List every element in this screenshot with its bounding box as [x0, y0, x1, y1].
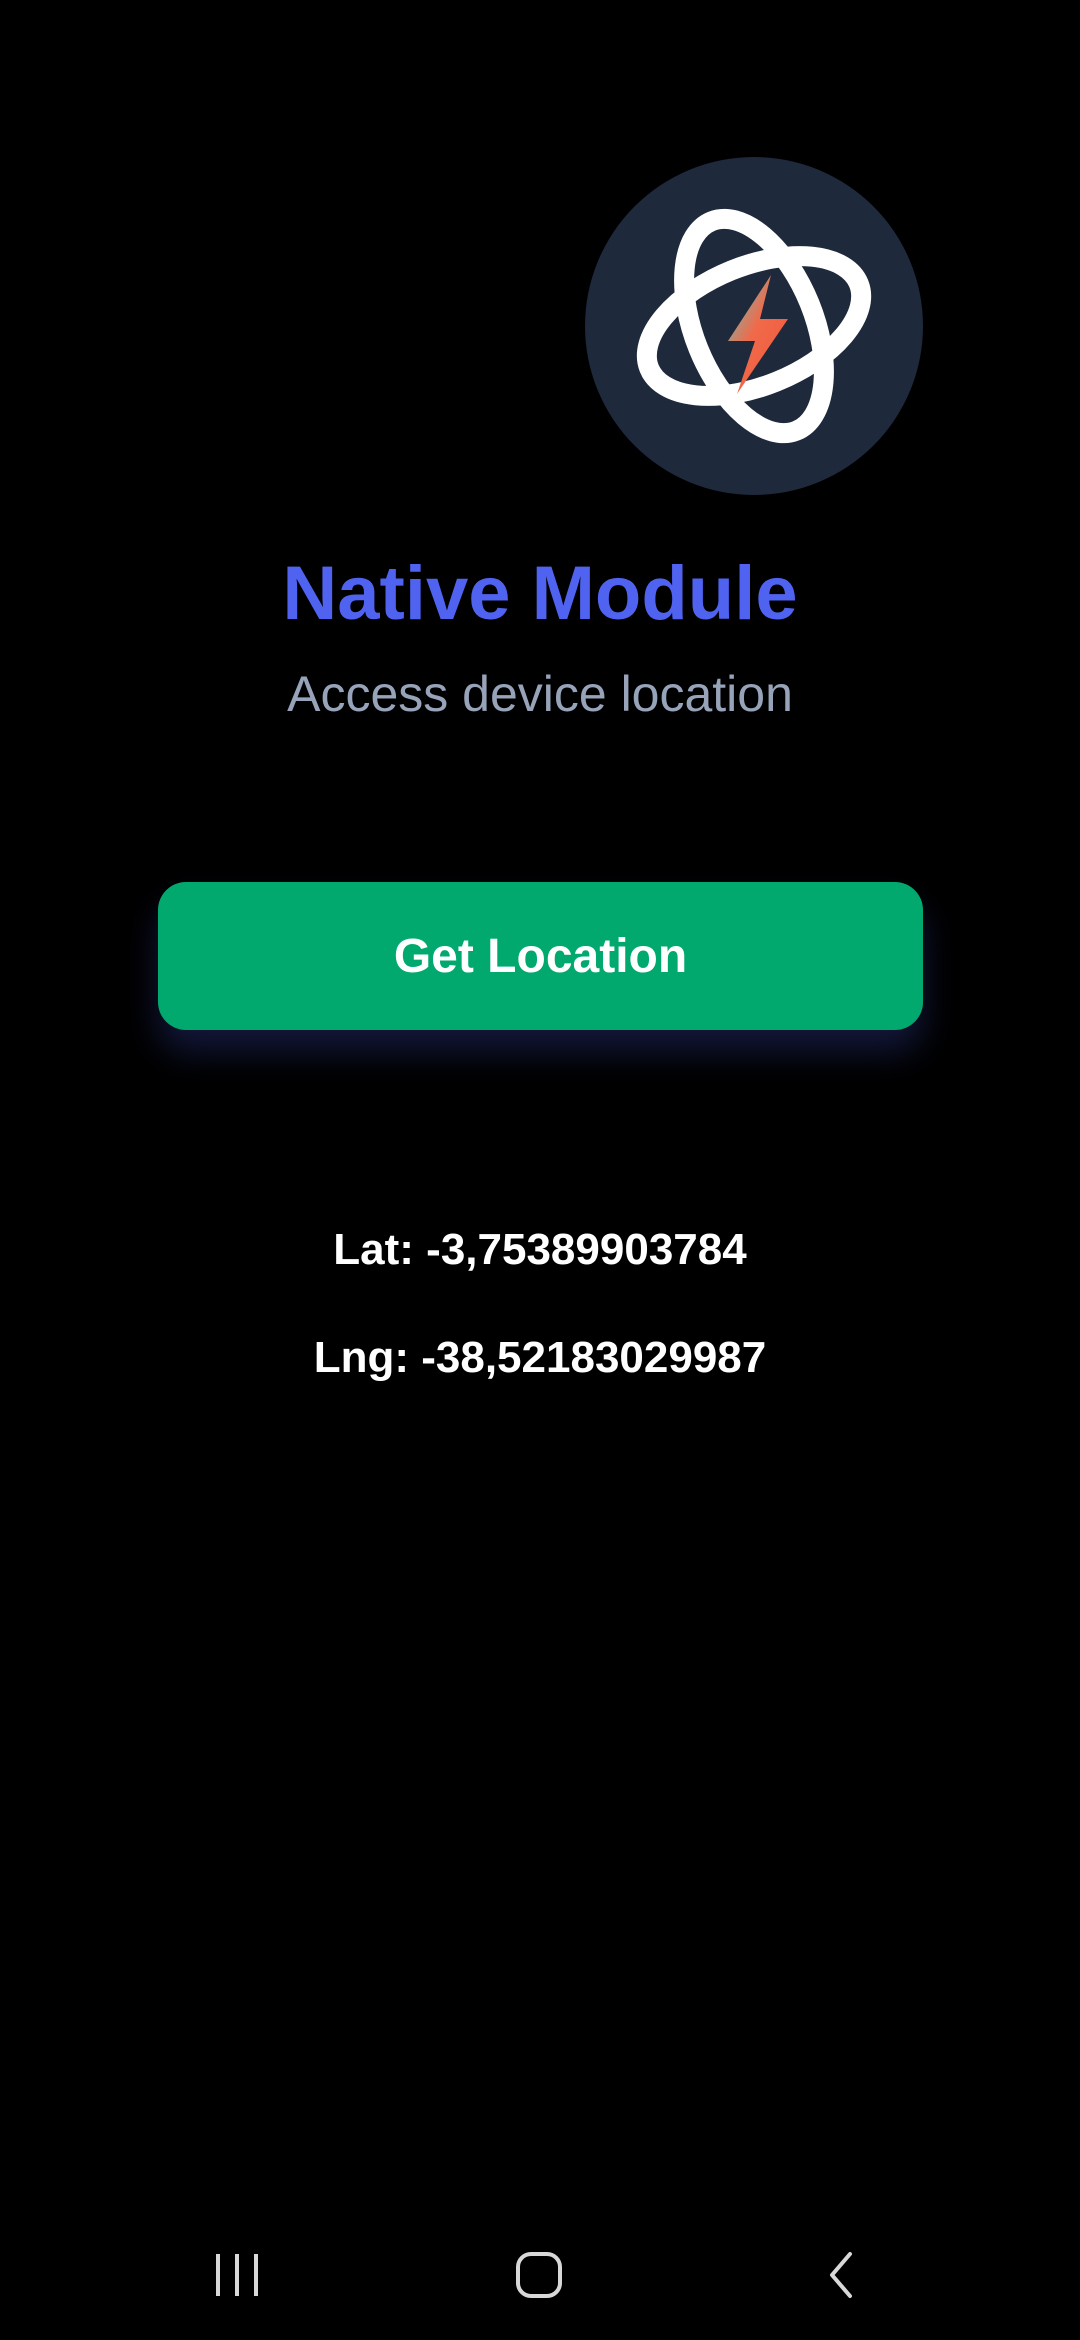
system-navigation-bar — [0, 2210, 1080, 2340]
page-title: Native Module — [282, 551, 798, 636]
get-location-button[interactable]: Get Location — [158, 882, 923, 1030]
latitude-text: Lat: -3,75389903784 — [333, 1225, 747, 1274]
page-subtitle: Access device location — [287, 666, 793, 722]
get-location-button-label: Get Location — [393, 929, 688, 983]
home-button[interactable] — [449, 2210, 629, 2340]
home-icon — [516, 2252, 562, 2298]
app-logo — [585, 157, 923, 495]
back-button[interactable] — [752, 2210, 932, 2340]
recents-icon — [216, 2254, 258, 2296]
longitude-text: Lng: -38,52183029987 — [313, 1333, 767, 1382]
back-icon — [830, 2252, 852, 2298]
recents-button[interactable] — [147, 2210, 327, 2340]
atom-lightning-logo-icon — [636, 208, 872, 444]
